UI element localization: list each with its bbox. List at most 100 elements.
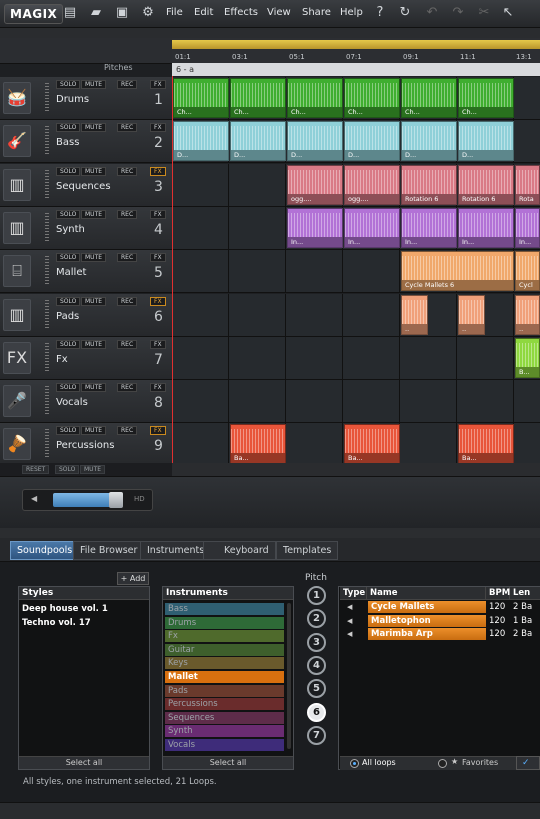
undo-icon[interactable]: ↶ bbox=[424, 5, 440, 21]
zoom-left-arrow-icon[interactable]: ◀ bbox=[31, 494, 47, 506]
menu-help[interactable]: Help bbox=[340, 7, 363, 18]
audio-clip[interactable]: .. bbox=[515, 295, 540, 335]
sequencer-icon[interactable]: ▥ bbox=[3, 169, 31, 201]
loop-row[interactable]: ◀ Malletophon 120 1 Ba bbox=[341, 614, 540, 628]
help-icon[interactable]: ? bbox=[372, 5, 388, 21]
mute-button[interactable]: MUTE bbox=[81, 210, 107, 219]
zoom-slider[interactable]: ◀ HD bbox=[22, 489, 153, 511]
audio-clip[interactable]: Ba... bbox=[344, 424, 400, 464]
menu-effects[interactable]: Effects bbox=[224, 7, 258, 18]
col-length[interactable]: Len bbox=[510, 587, 540, 600]
audio-clip[interactable]: ogg.... bbox=[344, 165, 400, 205]
rec-button[interactable]: REC bbox=[117, 340, 138, 349]
audio-clip[interactable]: Ch... bbox=[287, 78, 343, 118]
mute-button[interactable]: MUTE bbox=[81, 253, 107, 262]
audio-clip[interactable]: D... bbox=[173, 121, 229, 161]
xylophone-icon[interactable]: ⌸ bbox=[3, 255, 31, 287]
instrument-item[interactable]: Sequences bbox=[165, 711, 284, 724]
fx-button[interactable]: FX bbox=[150, 167, 166, 176]
audio-clip[interactable]: Ba... bbox=[458, 424, 514, 464]
tab-instruments[interactable]: Instruments bbox=[140, 541, 212, 560]
drum-kit-icon[interactable]: 🥁 bbox=[3, 82, 31, 114]
track-grip[interactable] bbox=[45, 170, 49, 200]
menu-file[interactable]: File bbox=[166, 7, 183, 18]
fx-button[interactable]: FX bbox=[150, 297, 166, 306]
mute-button[interactable]: MUTE bbox=[81, 297, 107, 306]
style-item[interactable]: Deep house vol. 1 bbox=[22, 604, 108, 614]
solo-button[interactable]: SOLO bbox=[56, 426, 81, 435]
fx-button[interactable]: FX bbox=[150, 123, 166, 132]
loop-range-bar[interactable] bbox=[172, 40, 540, 49]
audio-clip[interactable]: Rota bbox=[515, 165, 540, 205]
playhead[interactable] bbox=[172, 76, 173, 463]
track-lane-fx[interactable] bbox=[172, 337, 540, 380]
track-header-fx[interactable]: FX SOLO MUTE REC FX Fx 7 bbox=[0, 337, 172, 380]
solo-button[interactable]: SOLO bbox=[56, 297, 81, 306]
marker-lane[interactable]: 6 - a bbox=[172, 63, 540, 76]
audio-clip[interactable]: ogg.... bbox=[287, 165, 343, 205]
audio-clip[interactable]: In... bbox=[515, 208, 540, 248]
instrument-item[interactable]: Drums bbox=[165, 616, 284, 629]
add-style-button[interactable]: + Add bbox=[117, 572, 149, 585]
play-preview-icon[interactable]: ◀ bbox=[347, 601, 352, 613]
all-loops-radio[interactable] bbox=[350, 759, 359, 768]
style-item[interactable]: Techno vol. 17 bbox=[22, 618, 91, 628]
favorites-label[interactable]: Favorites bbox=[462, 758, 498, 767]
audio-clip[interactable]: Ch... bbox=[458, 78, 514, 118]
audio-clip[interactable]: D... bbox=[401, 121, 457, 161]
solo-button[interactable]: SOLO bbox=[56, 253, 81, 262]
mute-all-button[interactable]: MUTE bbox=[80, 465, 106, 474]
favorites-radio[interactable] bbox=[438, 759, 447, 768]
fx-button[interactable]: FX bbox=[150, 340, 166, 349]
rec-button[interactable]: REC bbox=[117, 383, 138, 392]
save-icon[interactable]: ▣ bbox=[114, 5, 130, 21]
track-grip[interactable] bbox=[45, 300, 49, 330]
audio-clip[interactable]: Cycl bbox=[515, 251, 540, 291]
audio-clip[interactable]: Ch... bbox=[230, 78, 286, 118]
solo-all-button[interactable]: SOLO bbox=[55, 465, 80, 474]
audio-clip[interactable]: Rotation 6 bbox=[401, 165, 457, 205]
rec-button[interactable]: REC bbox=[117, 167, 138, 176]
instrument-item[interactable]: Mallet bbox=[165, 671, 284, 683]
instrument-item[interactable]: Percussions bbox=[165, 698, 284, 711]
rec-button[interactable]: REC bbox=[117, 80, 138, 89]
audio-clip[interactable]: D... bbox=[287, 121, 343, 161]
audio-clip[interactable]: D... bbox=[344, 121, 400, 161]
instrument-item[interactable]: Pads bbox=[165, 684, 284, 697]
audio-clip[interactable]: Ch... bbox=[344, 78, 400, 118]
track-grip[interactable] bbox=[45, 256, 49, 286]
track-header-percussions[interactable]: 🪘 SOLO MUTE REC FX Percussions 9 bbox=[0, 423, 172, 466]
audio-clip[interactable]: Cycle Mallets 6 bbox=[401, 251, 514, 291]
instruments-select-all-button[interactable]: Select all bbox=[163, 756, 293, 769]
all-loops-label[interactable]: All loops bbox=[362, 758, 396, 767]
solo-button[interactable]: SOLO bbox=[56, 210, 81, 219]
audio-clip[interactable]: In... bbox=[458, 208, 514, 248]
fx-button[interactable]: FX bbox=[150, 253, 166, 262]
bass-guitar-icon[interactable]: 🎸 bbox=[3, 125, 31, 157]
audio-clip[interactable]: Ba... bbox=[230, 424, 286, 464]
bongo-drums-icon[interactable]: 🪘 bbox=[3, 428, 31, 460]
menu-edit[interactable]: Edit bbox=[194, 7, 213, 18]
audio-clip[interactable]: Ch... bbox=[401, 78, 457, 118]
mute-button[interactable]: MUTE bbox=[81, 123, 107, 132]
tab-file-browser[interactable]: File Browser bbox=[73, 541, 145, 560]
track-header-pads[interactable]: ▥ SOLO MUTE REC FX Pads 6 bbox=[0, 294, 172, 337]
menu-view[interactable]: View bbox=[267, 7, 291, 18]
mute-button[interactable]: MUTE bbox=[81, 167, 107, 176]
zoom-slider-knob[interactable] bbox=[109, 492, 123, 508]
rec-button[interactable]: REC bbox=[117, 253, 138, 262]
pitch-button-1[interactable]: 1 bbox=[307, 586, 326, 605]
play-preview-icon[interactable]: ◀ bbox=[347, 628, 352, 640]
instrument-item[interactable]: Guitar bbox=[165, 643, 284, 656]
open-folder-icon[interactable]: ▰ bbox=[88, 5, 104, 21]
rec-button[interactable]: REC bbox=[117, 297, 138, 306]
menu-share[interactable]: Share bbox=[302, 7, 331, 18]
checkmark-icon[interactable]: ✓ bbox=[516, 756, 540, 770]
track-grip[interactable] bbox=[45, 126, 49, 156]
solo-button[interactable]: SOLO bbox=[56, 340, 81, 349]
col-name[interactable]: Name bbox=[367, 587, 486, 600]
audio-clip[interactable]: Ch... bbox=[173, 78, 229, 118]
audio-clip[interactable]: In... bbox=[344, 208, 400, 248]
pitch-button-4[interactable]: 4 bbox=[307, 655, 326, 675]
solo-button[interactable]: SOLO bbox=[56, 167, 81, 176]
